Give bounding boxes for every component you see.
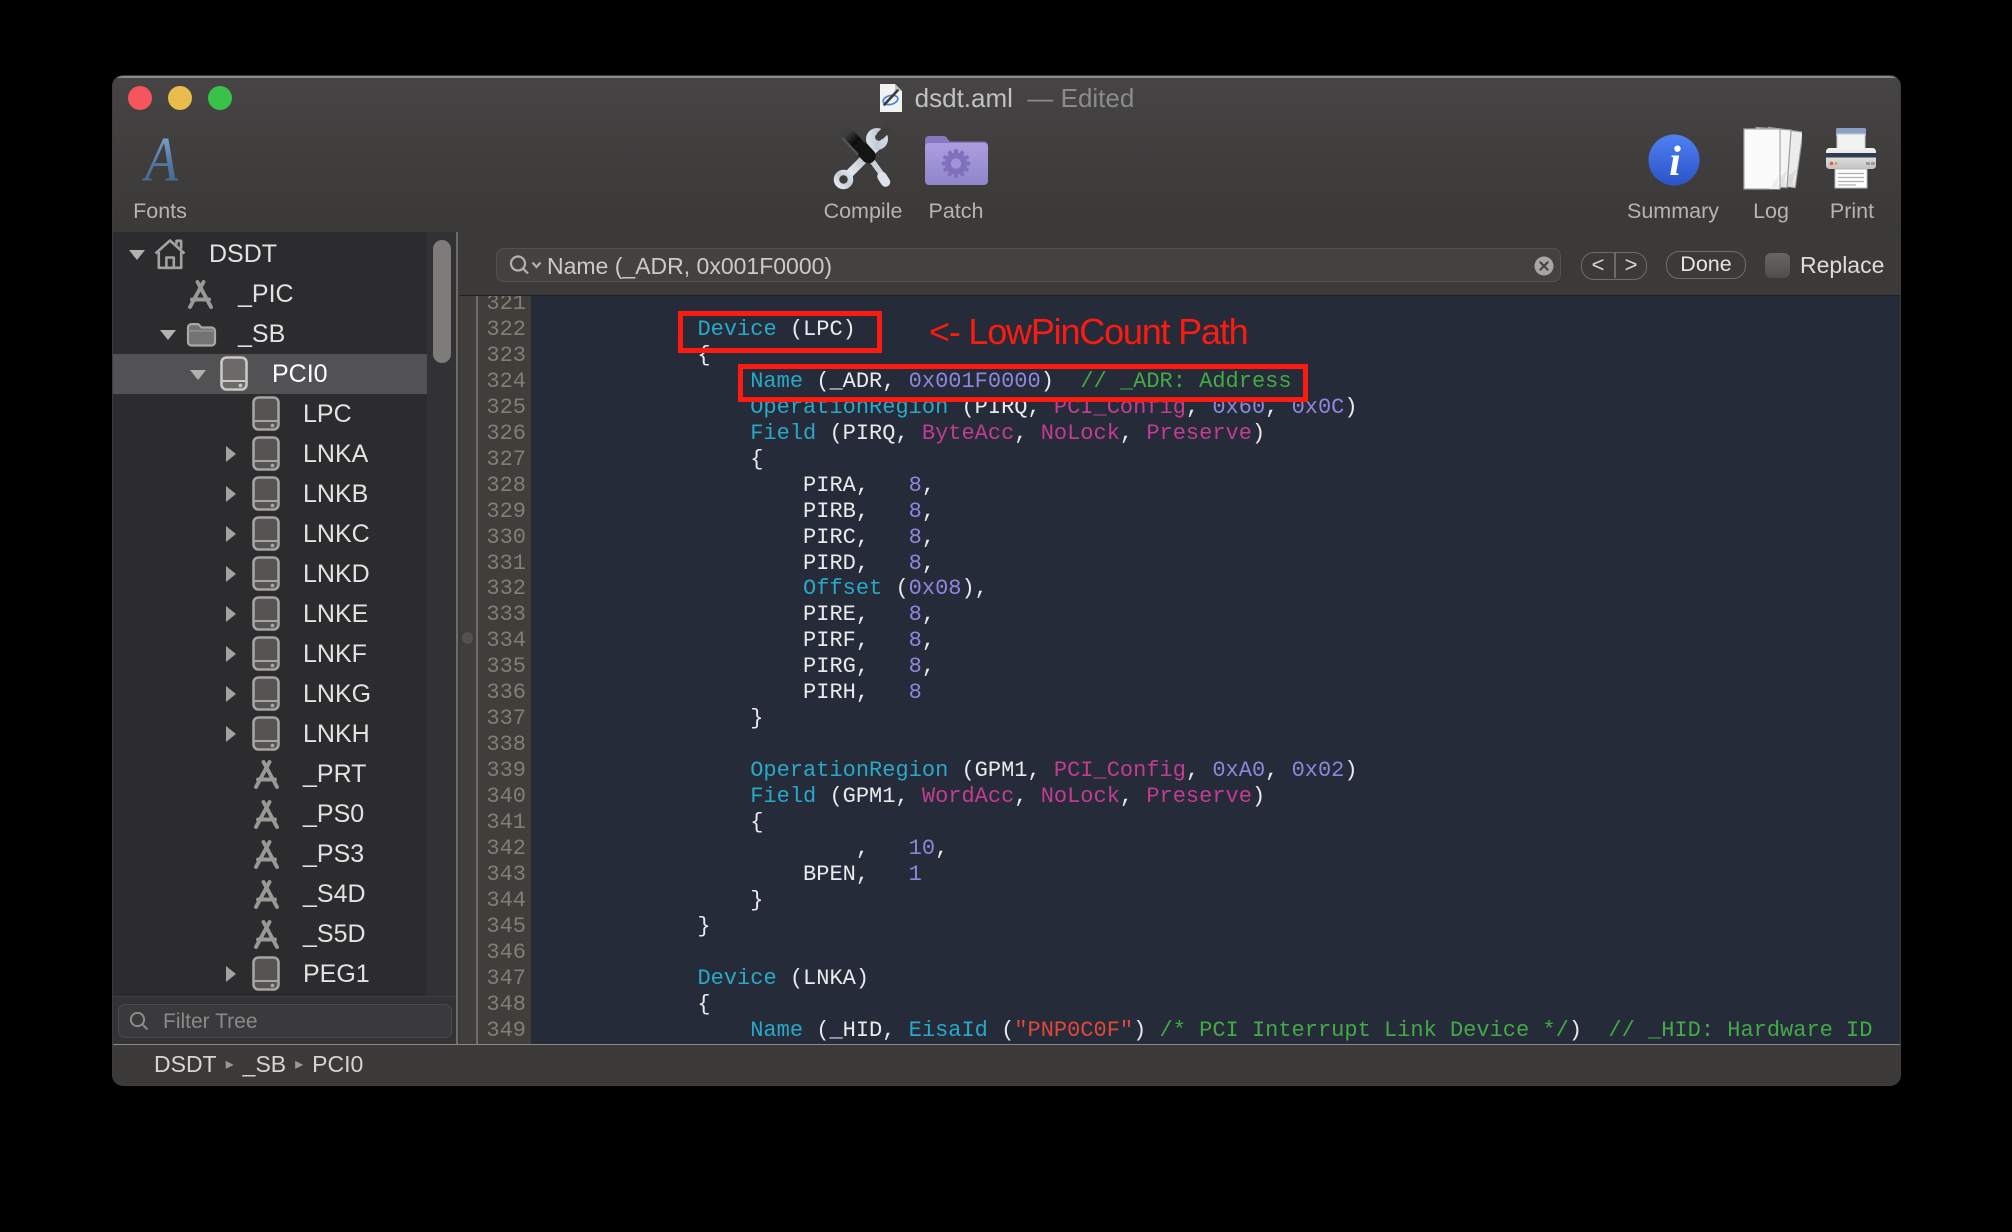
svg-text:i: i xyxy=(1669,139,1681,185)
svg-text:A: A xyxy=(141,123,179,194)
